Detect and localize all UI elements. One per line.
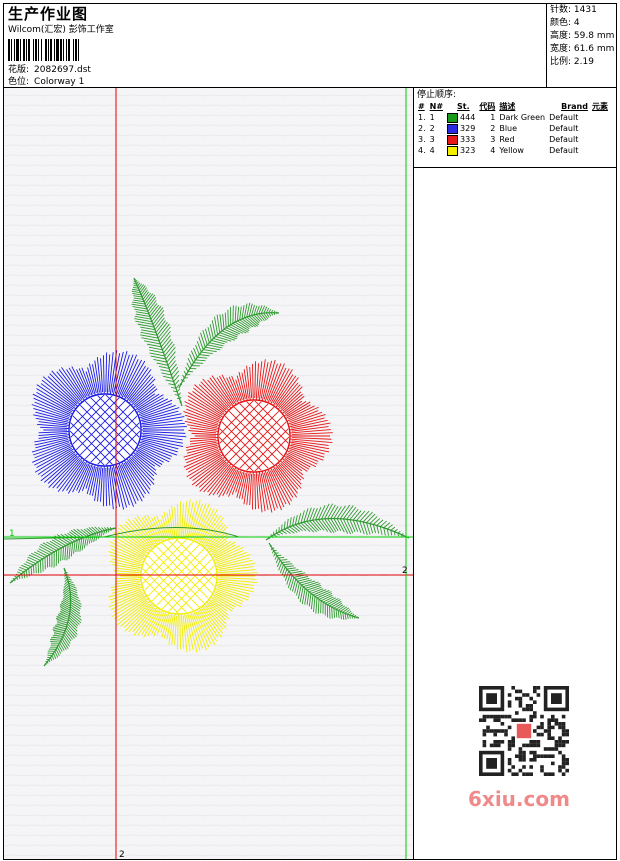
row-needle: 3: [429, 135, 435, 144]
stitch-count: 444: [460, 113, 476, 122]
row-index: 4.: [418, 146, 426, 155]
col-header: St.: [457, 102, 470, 111]
col-header: 描述: [499, 102, 516, 111]
col-header: 元素: [591, 102, 608, 111]
design-file-label: 花版:: [8, 65, 30, 75]
leaf-top-left: [131, 277, 183, 407]
stitch-count: 323: [460, 146, 476, 155]
row-stitches: 444: [445, 112, 477, 123]
row-needle: 1: [429, 113, 435, 122]
stitch-count: 333: [460, 135, 476, 144]
row-stitches: 323: [445, 145, 477, 156]
color-swatch: [447, 134, 459, 145]
row-description: Dark Green: [499, 113, 546, 122]
qr-logo: [516, 723, 532, 739]
leaf-right: [265, 503, 410, 541]
row-brand: Default: [549, 135, 579, 144]
row-description: Yellow: [499, 146, 524, 155]
stat-value: 61.6 mm: [573, 44, 615, 54]
row-brand: Default: [549, 146, 579, 155]
row-stitches: 333: [445, 134, 477, 145]
row-brand: Default: [549, 124, 579, 133]
col-header: Brand: [561, 102, 588, 111]
fabric-texture: [4, 94, 413, 857]
sheet-title: 生产作业图: [8, 5, 89, 23]
qr-code-image: [479, 686, 569, 776]
green-guide-label: 1: [9, 529, 15, 539]
barcode: [8, 39, 146, 61]
row-element: [590, 145, 610, 156]
site-watermark: 6xiu.com: [468, 787, 570, 811]
row-element: [590, 112, 610, 123]
row-element: [590, 134, 610, 145]
flower-red: [183, 359, 333, 513]
colorway-label: 色位:: [8, 77, 30, 87]
stat-label: 高度: [550, 31, 569, 41]
colorway-value: Colorway 1: [34, 77, 85, 87]
stat-value: 4: [573, 18, 580, 28]
row-index: 3.: [418, 135, 426, 144]
col-header: N#: [429, 102, 444, 111]
stat-label: 宽度: [550, 44, 569, 54]
stat-label: 针数: [550, 5, 569, 15]
color-swatch: [447, 145, 459, 156]
header-panel: 生产作业图 Wilcom(汇宏) 彭饰工作室 花版: 2082697.dst 色位…: [3, 3, 547, 88]
color-swatch: [447, 112, 459, 123]
design-file-row: 花版: 2082697.dst: [8, 64, 91, 76]
color-table-header: # N# St. 代码 描述 Brand 元素: [416, 101, 610, 112]
color-swatch: [447, 123, 459, 134]
row-code: 2: [490, 124, 496, 133]
stat-value: 2.19: [573, 57, 594, 67]
stat-width: 宽度: 61.6 mm: [550, 44, 615, 54]
stat-height: 高度: 59.8 mm: [550, 31, 615, 41]
row-element: [590, 123, 610, 134]
stitch-count: 329: [460, 124, 476, 133]
row-needle: 2: [429, 124, 435, 133]
row-code: 4: [490, 146, 496, 155]
stat-stitches: 针数: 1431: [550, 5, 597, 15]
color-table-row[interactable]: 1. 1 444 1 Dark Green Default: [416, 112, 610, 123]
stat-scale: 比例: 2.19: [550, 57, 594, 67]
stats-panel: 针数: 1431 颜色: 4 高度: 59.8 mm 宽度: 61.6 mm 比…: [546, 3, 617, 88]
studio-name: Wilcom(汇宏) 彭饰工作室: [8, 25, 114, 35]
col-header: 代码: [479, 102, 496, 111]
red-horizontal-guide-label: 2: [402, 566, 408, 576]
flower-yellow: [108, 499, 258, 653]
row-code: 1: [490, 113, 496, 122]
qr-code[interactable]: [469, 680, 581, 784]
row-brand: Default: [549, 113, 579, 122]
barcode-bar: [79, 39, 81, 61]
row-description: Blue: [499, 124, 518, 133]
color-table: # N# St. 代码 描述 Brand 元素 1. 1 444 1 Dark Gree…: [416, 101, 610, 156]
row-needle: 4: [429, 146, 435, 155]
panel-divider: [414, 167, 616, 168]
stat-value: 1431: [573, 5, 597, 15]
stat-label: 比例: [550, 57, 569, 67]
color-table-row[interactable]: 3. 3 333 3 Red Default: [416, 134, 610, 145]
design-canvas[interactable]: 1 2 2: [3, 87, 414, 860]
stat-label: 颜色: [550, 18, 569, 28]
embroidery-preview: 1 2 2: [4, 88, 413, 860]
row-stitches: 329: [445, 123, 477, 134]
stop-sequence-title: 停止顺序:: [417, 90, 457, 100]
leaf-bottom-left: [43, 567, 82, 667]
stat-colors: 颜色: 4: [550, 18, 580, 28]
row-code: 3: [490, 135, 496, 144]
leaf-bottom-right: [268, 542, 360, 620]
col-header: #: [418, 102, 425, 111]
production-sheet: 生产作业图 Wilcom(汇宏) 彭饰工作室 花版: 2082697.dst 色位…: [0, 0, 620, 861]
row-index: 2.: [418, 124, 426, 133]
row-description: Red: [499, 135, 515, 144]
design-file-value: 2082697.dst: [34, 65, 91, 75]
red-vertical-guide-label: 2: [119, 850, 125, 860]
color-table-row[interactable]: 4. 4 323 4 Yellow Default: [416, 145, 610, 156]
row-index: 1.: [418, 113, 426, 122]
stat-value: 59.8 mm: [573, 31, 615, 41]
color-table-row[interactable]: 2. 2 329 2 Blue Default: [416, 123, 610, 134]
